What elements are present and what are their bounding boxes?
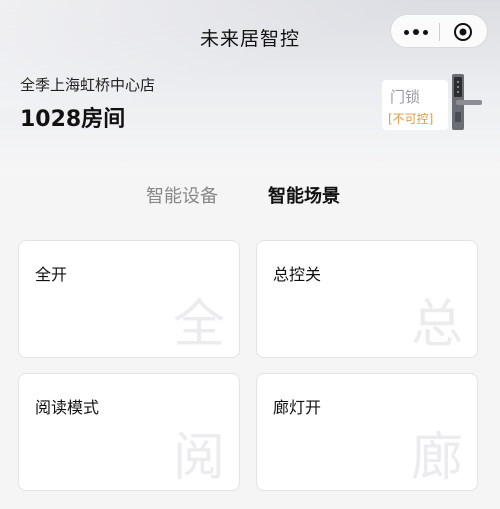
hotel-name: 全季上海虹桥中心店 — [20, 76, 156, 94]
scene-card-corridor-light-on[interactable]: 廊灯开 廊 — [256, 373, 478, 491]
room-number: 1028房间 — [20, 107, 126, 132]
scene-card-watermark: 全 — [172, 295, 225, 355]
scene-card-watermark: 廊 — [410, 428, 463, 488]
capsule-menu — [390, 14, 488, 48]
scene-card-label: 廊灯开 — [273, 398, 322, 417]
scene-card-watermark: 阅 — [172, 428, 225, 488]
door-lock-card[interactable]: 门锁 [不可控] — [382, 72, 482, 132]
mini-program-nav-bar: 未来居智控 — [0, 0, 500, 70]
door-lock-status: [不可控] — [388, 112, 434, 126]
scene-card-all-on[interactable]: 全开 全 — [18, 240, 240, 358]
close-icon[interactable] — [453, 22, 473, 42]
scene-card-master-off[interactable]: 总控关 总 — [256, 240, 478, 358]
scene-card-watermark: 总 — [410, 295, 463, 355]
tab-bar: 智能设备 智能场景 — [0, 182, 500, 212]
capsule-divider — [439, 23, 440, 41]
scene-card-reading-mode[interactable]: 阅读模式 阅 — [18, 373, 240, 491]
scene-card-label: 阅读模式 — [35, 398, 100, 417]
scene-card-label: 总控关 — [273, 265, 322, 284]
door-lock-label: 门锁 — [390, 88, 421, 106]
tab-smart-scenes[interactable]: 智能场景 — [268, 182, 340, 208]
tab-smart-devices[interactable]: 智能设备 — [146, 182, 218, 208]
more-icon[interactable] — [402, 23, 430, 41]
door-lock-icon — [452, 74, 482, 130]
scene-card-label: 全开 — [35, 265, 68, 284]
